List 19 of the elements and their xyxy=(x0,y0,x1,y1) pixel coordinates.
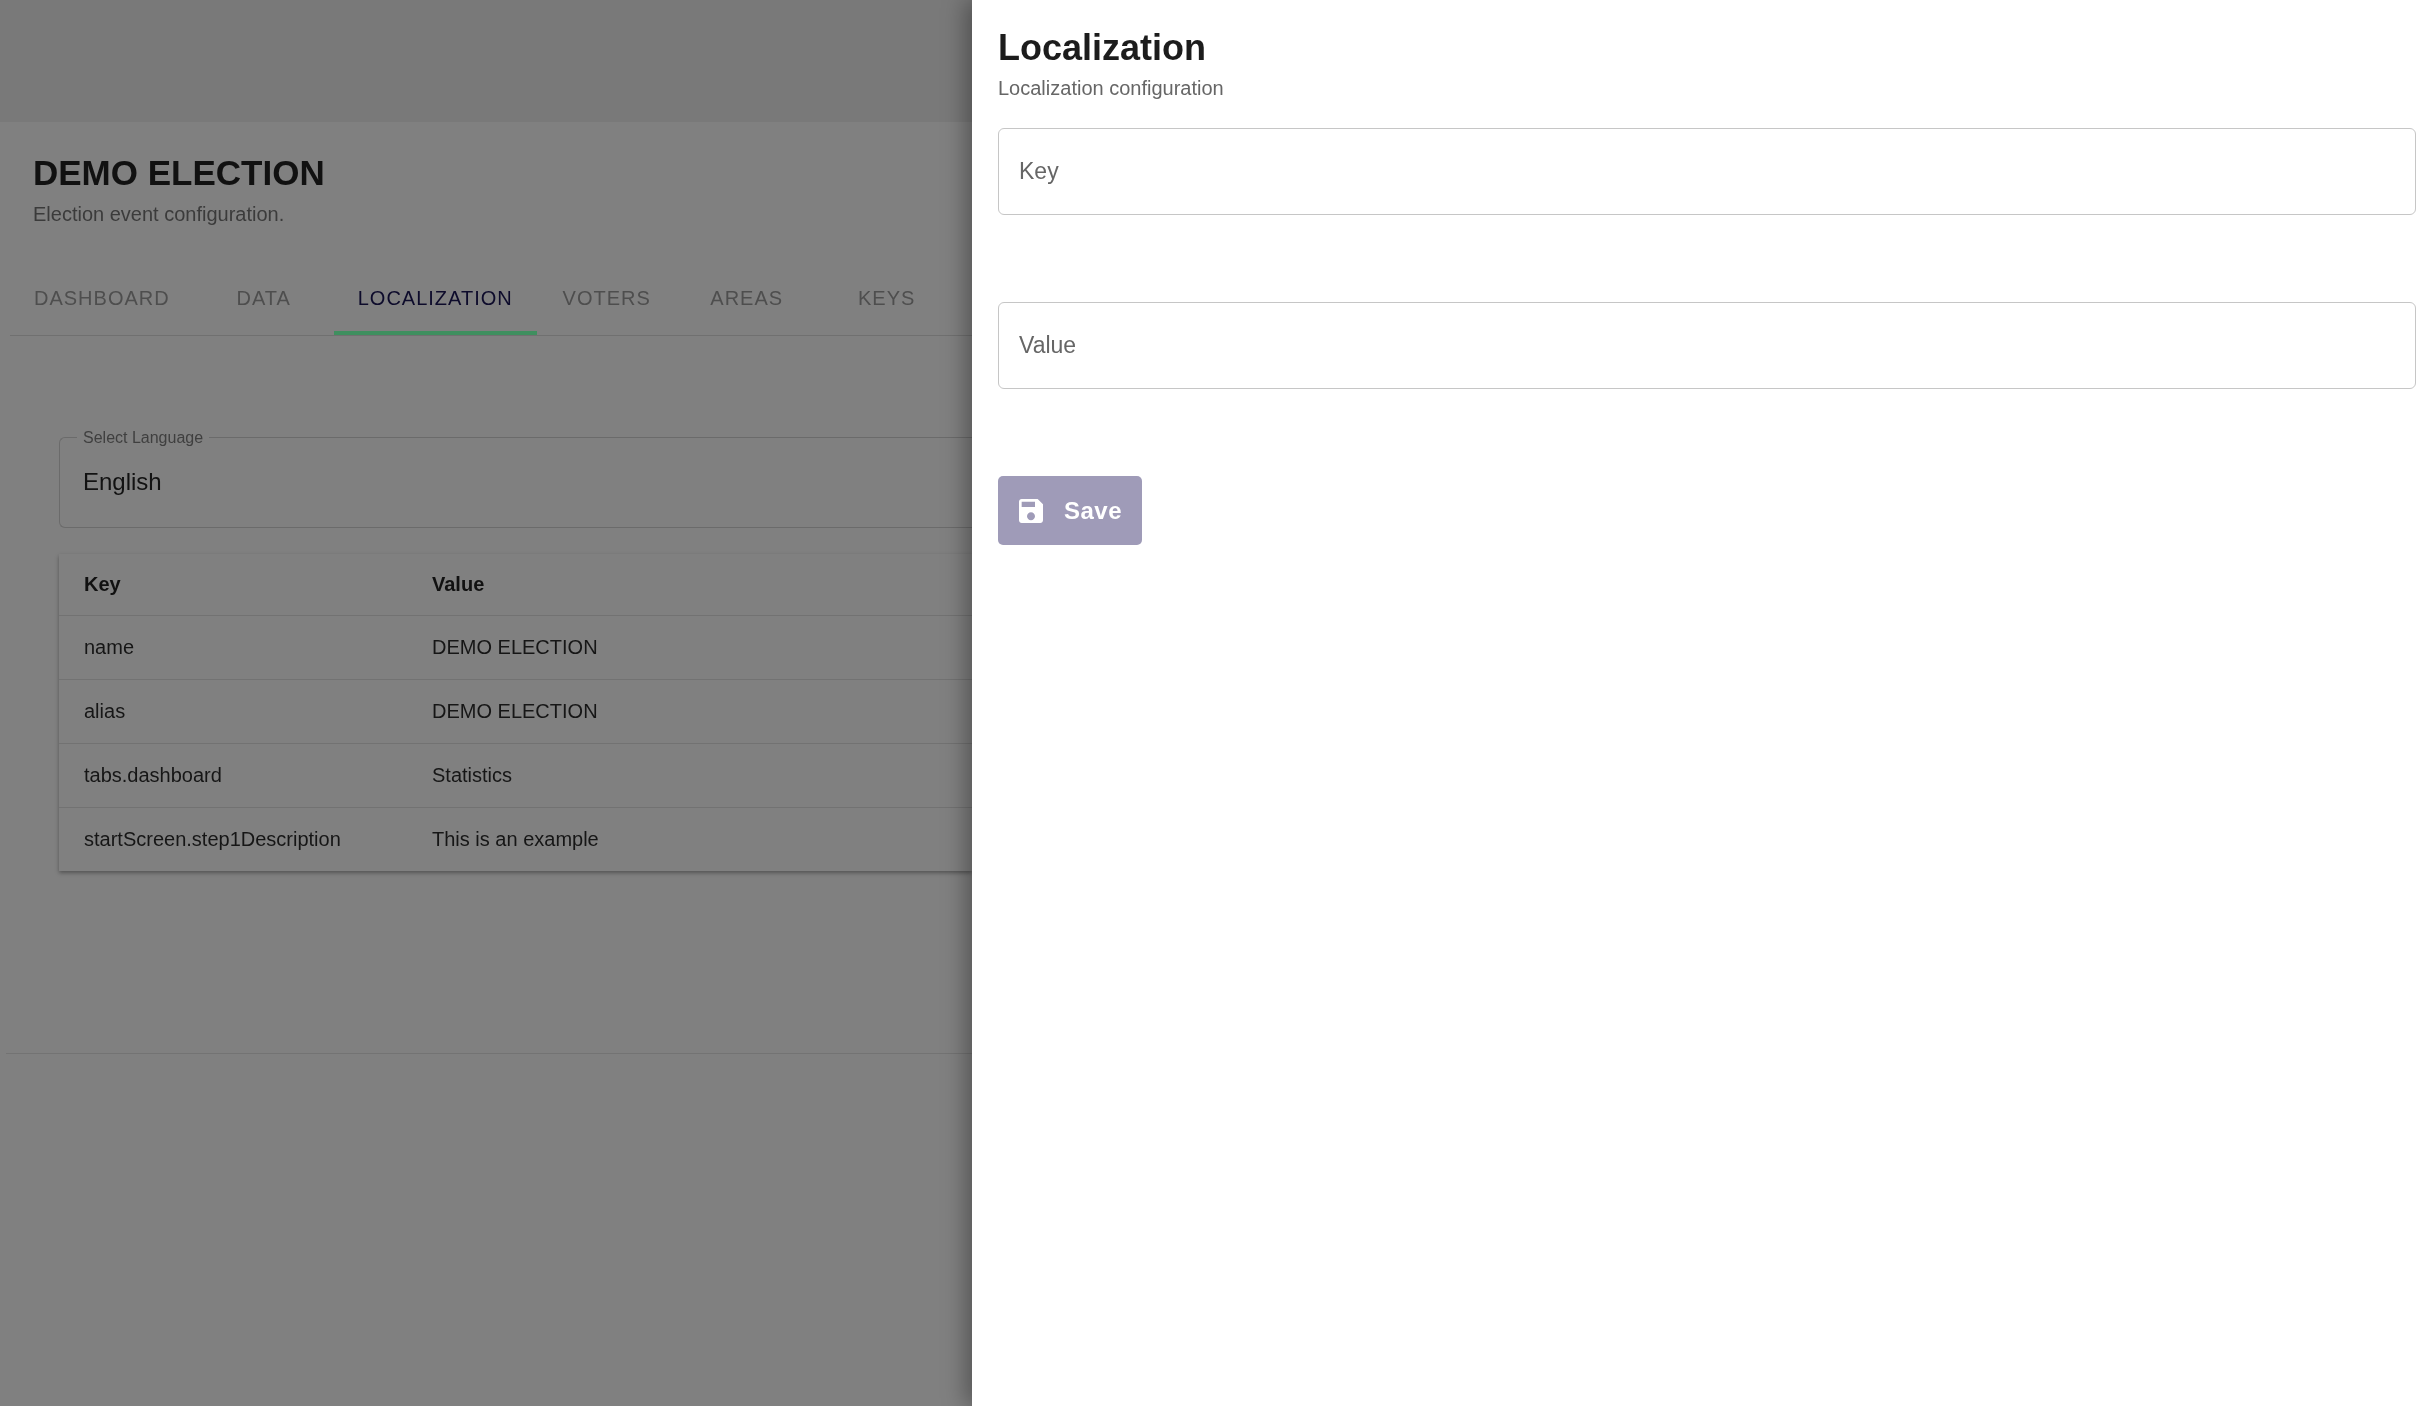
table-cell: This is an example xyxy=(407,807,972,871)
table-cell: name xyxy=(59,615,407,679)
table-cell: DEMO ELECTION xyxy=(407,615,972,679)
tab[interactable]: LOCALIZATION xyxy=(333,261,537,335)
drawer-subtitle: Localization configuration xyxy=(998,76,1224,100)
page-subtitle: Election event configuration. xyxy=(33,202,286,226)
page-title: DEMO ELECTION xyxy=(33,152,326,194)
table-cell: Statistics xyxy=(407,743,972,807)
table-cell: DEMO ELECTION xyxy=(407,679,972,743)
field-label: Select Language xyxy=(82,428,205,447)
column-header: Key xyxy=(83,572,122,597)
language-select[interactable]: Select Language English xyxy=(59,428,972,528)
column-header: Value xyxy=(431,572,486,597)
input-field[interactable]: Key xyxy=(998,128,2416,215)
input-field[interactable]: Value xyxy=(998,302,2416,389)
table-cell: startScreen.step1Description xyxy=(59,807,407,871)
table-cell: alias xyxy=(59,679,407,743)
table-cell: tabs.dashboard xyxy=(59,743,407,807)
drawer-title: Localization xyxy=(998,26,1207,69)
